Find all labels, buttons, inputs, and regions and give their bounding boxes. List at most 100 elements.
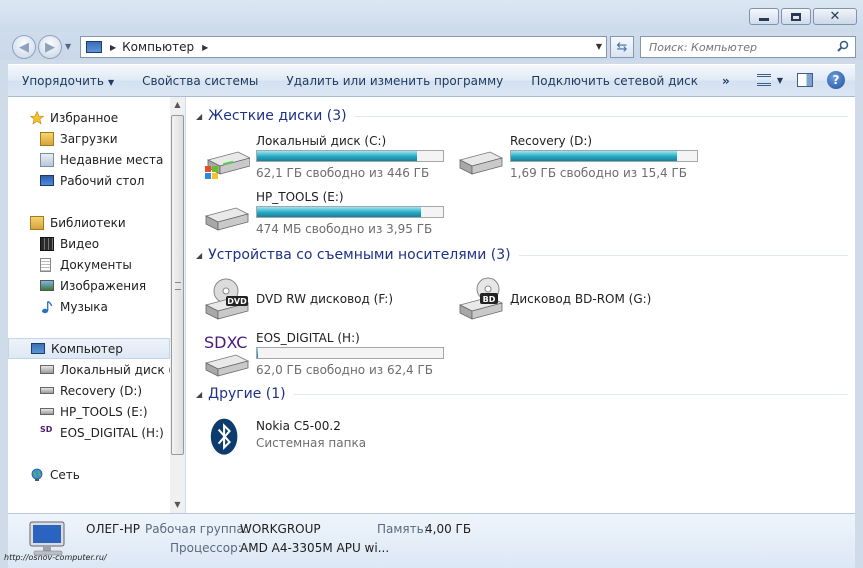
- scroll-down-icon[interactable]: ▼: [170, 497, 185, 513]
- drive-tile-h[interactable]: SDXC EOS_DIGITAL (H:) 62,0 ГБ свободно и…: [204, 329, 454, 381]
- navigation-bar: ◀ ▶ ▼ ▶ Компьютер ▶ ▼ ⇆: [0, 32, 863, 60]
- removable-group-header[interactable]: ◢ Устройства со съемными носителями (3): [196, 247, 848, 263]
- drive-tile-c[interactable]: Локальный диск (C:) 62,1 ГБ свободно из …: [204, 134, 454, 186]
- change-view-button[interactable]: ▼: [756, 74, 783, 86]
- watermark: http://osnov-computer.ru/: [4, 553, 107, 562]
- sidebar-item-documents[interactable]: Документы: [8, 254, 170, 275]
- drive-name: Локальный диск (C:): [256, 134, 387, 148]
- drive-tile-f[interactable]: DVD DVD RW дисковод (F:): [204, 273, 454, 325]
- system-properties-button[interactable]: Свойства системы: [128, 74, 272, 88]
- sidebar-item-label: Видео: [60, 236, 100, 251]
- sidebar-item-downloads[interactable]: Загрузки: [8, 128, 170, 149]
- bd-drive-icon: BD: [458, 277, 504, 320]
- sd-card-icon: SDXC: [204, 333, 250, 377]
- drive-icon: [204, 207, 250, 231]
- sidebar-item-label: Изображения: [60, 278, 147, 293]
- forward-button[interactable]: ▶: [38, 35, 62, 59]
- breadcrumb-computer[interactable]: Компьютер: [122, 40, 194, 54]
- video-icon: [40, 236, 54, 251]
- computer-node[interactable]: Компьютер: [8, 338, 170, 359]
- drive-tile-e[interactable]: HP_TOOLS (E:) 474 МБ свободно из 3,95 ГБ: [204, 190, 454, 242]
- bd-badge-text: BD: [483, 295, 496, 304]
- group-title: Жесткие диски (3): [208, 108, 347, 124]
- local-disk-windows-icon: [205, 151, 250, 179]
- navigation-scrollbar[interactable]: ▲ ▼: [170, 97, 185, 513]
- organize-label: Упорядочить: [22, 73, 104, 88]
- maximize-button[interactable]: [781, 8, 811, 25]
- sidebar-item-drive-d[interactable]: Recovery (D:): [8, 380, 170, 401]
- downloads-icon: [40, 131, 54, 146]
- refresh-button[interactable]: ⇆: [610, 36, 634, 58]
- sidebar-item-pictures[interactable]: Изображения: [8, 275, 170, 296]
- minimize-icon: [759, 18, 769, 21]
- sidebar-item-recent-places[interactable]: Недавние места: [8, 149, 170, 170]
- address-dropdown-icon[interactable]: ▼: [596, 42, 602, 51]
- drive-usage-bar: [256, 150, 444, 162]
- sidebar-item-label: EOS_DIGITAL (H:): [60, 425, 164, 440]
- libraries-node[interactable]: Библиотеки: [8, 212, 170, 233]
- drive-icon: [40, 408, 54, 415]
- sidebar-item-desktop[interactable]: Рабочий стол: [8, 170, 170, 191]
- group-title: Другие (1): [208, 386, 286, 402]
- caption-buttons: ✕: [749, 8, 857, 25]
- search-icon[interactable]: [837, 40, 849, 52]
- drive-tile-g[interactable]: BD Дисковод BD-ROM (G:): [458, 273, 708, 325]
- uninstall-program-button[interactable]: Удалить или изменить программу: [272, 74, 517, 88]
- device-tile-nokia[interactable]: Nokia C5-00.2 Системная папка: [204, 411, 454, 463]
- sidebar-item-video[interactable]: Видео: [8, 233, 170, 254]
- recent-places-icon: [40, 152, 54, 167]
- sidebar-item-label: Недавние места: [60, 152, 164, 167]
- desktop-icon: [40, 175, 54, 186]
- search-box[interactable]: [640, 36, 856, 58]
- documents-icon: [40, 257, 51, 272]
- collapse-triangle-icon[interactable]: ◢: [196, 112, 202, 121]
- libraries-label: Библиотеки: [50, 215, 126, 230]
- drive-usage-fill: [257, 151, 417, 161]
- sidebar-item-label: Документы: [60, 257, 132, 272]
- sidebar-item-label: Загрузки: [60, 131, 118, 146]
- map-network-drive-button[interactable]: Подключить сетевой диск: [517, 74, 712, 88]
- help-button[interactable]: ?: [827, 71, 845, 89]
- collapse-triangle-icon[interactable]: ◢: [196, 251, 202, 260]
- memory-value: 4,00 ГБ: [425, 522, 472, 536]
- sidebar-item-drive-c[interactable]: Локальный диск (C:): [8, 359, 170, 380]
- drive-free-space: 62,1 ГБ свободно из 446 ГБ: [256, 166, 430, 180]
- drive-name: EOS_DIGITAL (H:): [256, 331, 360, 345]
- scrollbar-thumb[interactable]: [171, 115, 184, 455]
- other-group-header[interactable]: ◢ Другие (1): [196, 386, 848, 402]
- sidebar-item-label: Рабочий стол: [60, 173, 145, 188]
- drive-tile-d[interactable]: Recovery (D:) 1,69 ГБ свободно из 15,4 Г…: [458, 134, 708, 186]
- preview-pane-button[interactable]: [797, 73, 813, 87]
- command-bar: Упорядочить ▼ Свойства системы Удалить ил…: [8, 64, 855, 97]
- sidebar-item-music[interactable]: Музыка: [8, 296, 170, 317]
- music-icon: [42, 300, 53, 313]
- navigation-tree: Избранное Загрузки Недавние места Рабочи…: [8, 97, 170, 513]
- minimize-button[interactable]: [749, 8, 779, 25]
- drive-free-space: 62,0 ГБ свободно из 62,4 ГБ: [256, 363, 434, 377]
- back-button[interactable]: ◀: [12, 35, 36, 59]
- close-button[interactable]: ✕: [813, 8, 857, 25]
- sidebar-item-drive-h[interactable]: SD EOS_DIGITAL (H:): [8, 422, 170, 443]
- network-node[interactable]: Сеть: [8, 464, 170, 485]
- chevron-down-icon: ▼: [107, 77, 115, 87]
- hard-disks-group-header[interactable]: ◢ Жесткие диски (3): [196, 108, 848, 124]
- search-input[interactable]: [649, 40, 829, 54]
- recent-pages-dropdown[interactable]: ▼: [65, 42, 71, 51]
- drive-name: HP_TOOLS (E:): [256, 190, 344, 204]
- organize-button[interactable]: Упорядочить ▼: [8, 74, 128, 88]
- sdxc-logo-text: SDXC: [204, 333, 247, 352]
- more-commands-button[interactable]: »: [712, 74, 740, 88]
- device-type: Системная папка: [256, 436, 367, 450]
- scroll-up-icon[interactable]: ▲: [170, 97, 185, 113]
- sd-card-icon: SD: [40, 424, 53, 434]
- navigation-pane: Избранное Загрузки Недавние места Рабочи…: [8, 97, 185, 513]
- drive-free-space: 1,69 ГБ свободно из 15,4 ГБ: [510, 166, 688, 180]
- address-bar[interactable]: ▶ Компьютер ▶ ▼: [80, 36, 607, 58]
- sidebar-item-drive-e[interactable]: HP_TOOLS (E:): [8, 401, 170, 422]
- breadcrumb-arrow-icon[interactable]: ▶: [110, 43, 116, 52]
- breadcrumb-arrow-icon[interactable]: ▶: [202, 43, 208, 52]
- drive-name: Дисковод BD-ROM (G:): [510, 292, 652, 306]
- collapse-triangle-icon[interactable]: ◢: [196, 390, 202, 399]
- favorites-node[interactable]: Избранное: [8, 107, 170, 128]
- dvd-drive-icon: DVD: [204, 278, 250, 320]
